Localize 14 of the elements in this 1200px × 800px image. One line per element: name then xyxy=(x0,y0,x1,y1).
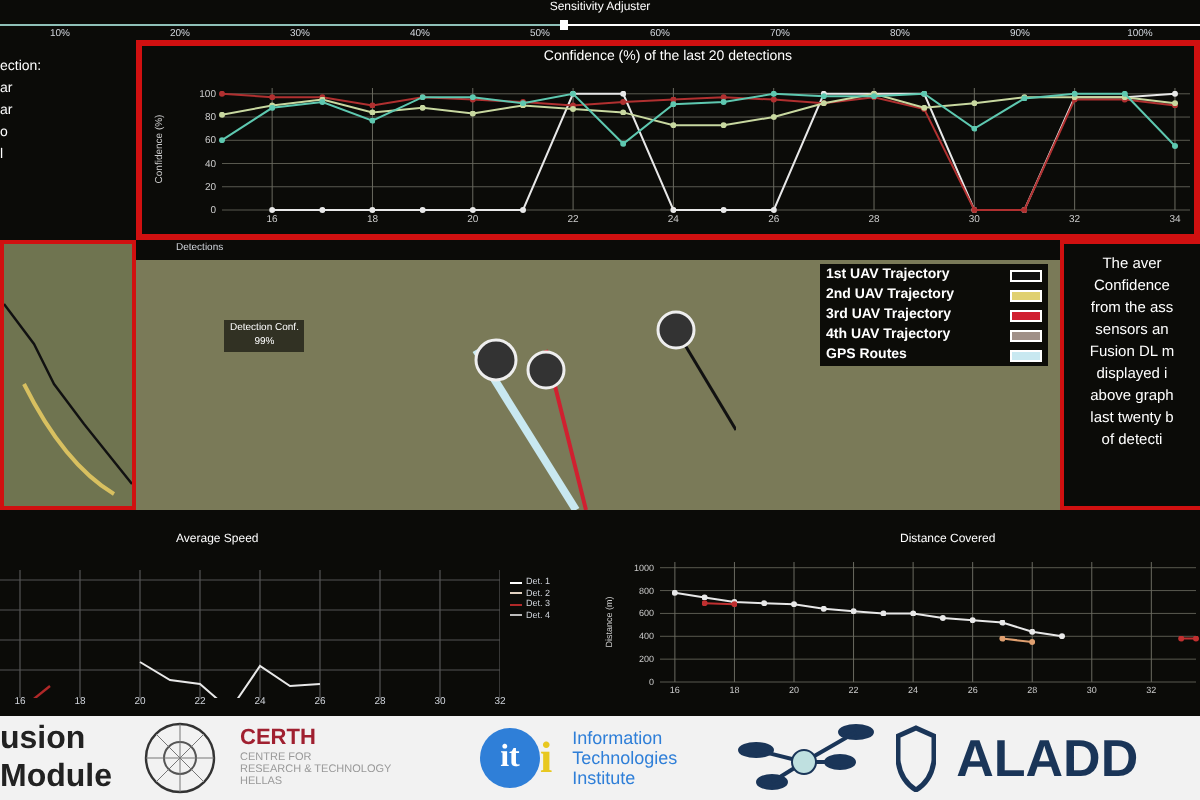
shield-icon xyxy=(896,724,937,792)
logo-text: Module xyxy=(0,758,114,796)
logo-text: usion xyxy=(0,720,88,758)
institute-logo: it i xyxy=(480,726,553,790)
slider-thumb[interactable] xyxy=(560,20,568,30)
emblem-icon xyxy=(140,718,220,798)
project-name: ALADD xyxy=(956,732,1139,784)
legend-line-icon xyxy=(510,592,522,595)
institute-name: Information Technologies Institute xyxy=(572,728,680,788)
legend-line-icon xyxy=(510,581,522,584)
organization-name: CERTH xyxy=(240,728,318,750)
legend-line-icon xyxy=(510,603,522,606)
legend-line-icon xyxy=(510,614,522,617)
drone-icon xyxy=(732,722,877,794)
